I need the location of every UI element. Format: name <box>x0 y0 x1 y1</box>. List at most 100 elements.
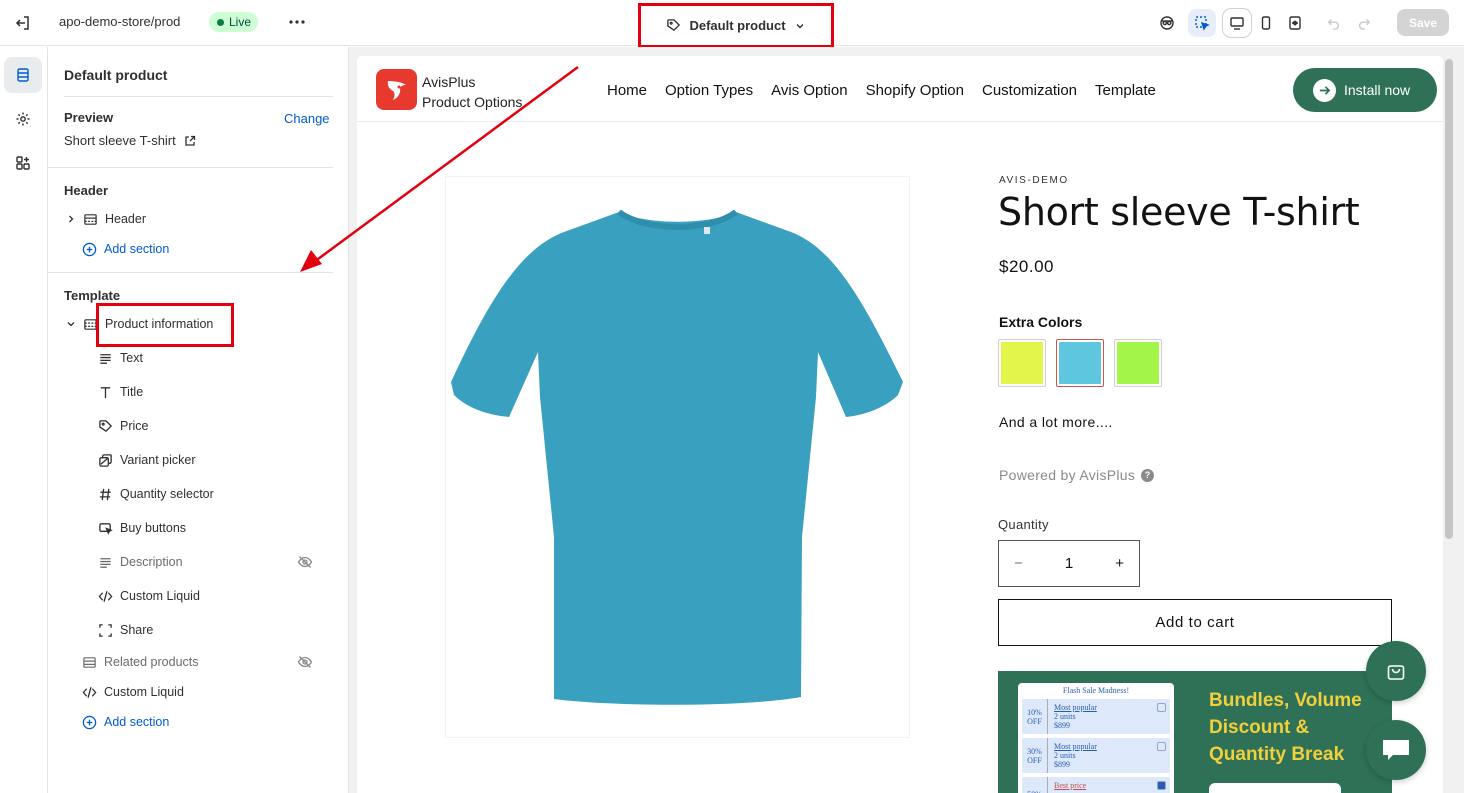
promo-banner[interactable]: Flash Sale Madness! 10% OFF Most popular… <box>998 671 1392 793</box>
chevron-down-icon[interactable] <box>66 319 76 329</box>
chevron-right-icon[interactable] <box>66 214 76 224</box>
redo-icon[interactable] <box>1350 9 1378 37</box>
block-variant-picker[interactable]: Variant picker <box>98 450 196 470</box>
bundle-details: Most popular 2 units $899 <box>1048 699 1157 734</box>
block-description[interactable]: Description <box>98 552 183 572</box>
save-button[interactable]: Save <box>1397 9 1449 36</box>
logo-line-1: AvisPlus <box>422 74 476 90</box>
block-custom-liquid[interactable]: Custom Liquid <box>98 586 200 606</box>
store-path: apo-demo-store/prod <box>59 14 181 29</box>
bundle-details: Most popular 2 units $899 <box>1048 738 1157 773</box>
undo-icon[interactable] <box>1320 9 1348 37</box>
block-label: Description <box>120 555 183 569</box>
banner-title-line-3: Quantity Break <box>1209 744 1345 765</box>
hidden-eye-icon[interactable] <box>297 654 313 670</box>
block-price[interactable]: Price <box>98 416 148 436</box>
theme-settings-icon[interactable] <box>4 101 42 137</box>
bundle-price: $899 <box>1054 721 1070 730</box>
variant-picker-icon <box>99 453 112 467</box>
banner-title-line-2: Discount & <box>1209 717 1310 738</box>
block-label: Price <box>120 419 149 433</box>
preview-scrollbar[interactable] <box>1445 59 1453 539</box>
preview-product[interactable]: Short sleeve T-shirt <box>64 133 196 148</box>
install-now-label: Install now <box>1344 82 1411 98</box>
select-element-icon[interactable] <box>1188 9 1216 37</box>
bundle-checkbox <box>1157 742 1166 751</box>
live-dot-icon <box>217 18 224 26</box>
bundle-checkbox <box>1157 781 1166 790</box>
block-text[interactable]: Text <box>98 348 143 368</box>
editor-rail <box>0 47 48 793</box>
block-label: Quantity selector <box>120 487 214 501</box>
hidden-eye-icon[interactable] <box>297 554 313 570</box>
bundle-price: $899 <box>1054 760 1070 769</box>
bundle-tag: Most popular <box>1054 742 1097 751</box>
tag-icon <box>667 19 681 32</box>
nav-avis-option[interactable]: Avis Option <box>771 82 847 99</box>
quantity-value[interactable]: 1 <box>1065 555 1073 572</box>
plus-circle-icon <box>82 242 97 256</box>
external-link-icon <box>185 135 195 146</box>
nav-shopify-option[interactable]: Shopify Option <box>866 82 964 99</box>
nav-option-types[interactable]: Option Types <box>665 82 753 99</box>
block-quantity-selector[interactable]: Quantity selector <box>98 484 214 504</box>
block-label: Variant picker <box>120 453 196 467</box>
nav-customization[interactable]: Customization <box>982 82 1077 99</box>
color-swatch-green[interactable] <box>1114 339 1162 387</box>
site-logo-text[interactable]: AvisPlus Product Options <box>422 72 522 112</box>
section-related-products[interactable]: Related products <box>82 652 199 672</box>
swatch-fill <box>1059 342 1101 384</box>
change-preview-link[interactable]: Change <box>284 111 330 126</box>
card-header: Flash Sale Madness! <box>1062 686 1130 695</box>
site-header: AvisPlus Product Options Home Option Typ… <box>357 56 1443 122</box>
bundle-details: Best price <box>1048 777 1157 793</box>
text-lines-icon <box>100 353 111 364</box>
color-swatch-yellow[interactable] <box>998 339 1046 387</box>
add-section-template-button[interactable]: Add section <box>82 712 169 732</box>
add-to-cart-button[interactable]: Add to cart <box>998 599 1392 646</box>
product-image[interactable] <box>445 176 910 738</box>
nav-template[interactable]: Template <box>1095 82 1156 99</box>
buy-buttons-icon <box>99 522 113 535</box>
product-price: $20.00 <box>999 257 1054 276</box>
more-actions-button[interactable] <box>285 11 309 33</box>
section-header[interactable]: Header <box>66 209 146 229</box>
bundle-preview-card: Flash Sale Madness! 10% OFF Most popular… <box>1018 683 1174 793</box>
block-buy-buttons[interactable]: Buy buttons <box>98 518 186 538</box>
fullscreen-view-icon[interactable] <box>1281 9 1309 37</box>
mobile-view-icon[interactable] <box>1252 9 1280 37</box>
nav-home[interactable]: Home <box>607 82 647 99</box>
hash-icon <box>99 488 111 500</box>
related-products-icon <box>83 656 96 668</box>
color-swatch-blue[interactable] <box>1056 339 1104 387</box>
sections-panel: Default product Preview Change Short sle… <box>48 47 349 793</box>
header-group-heading: Header <box>64 183 109 198</box>
inspector-icon[interactable] <box>1153 9 1181 37</box>
app-embeds-icon[interactable] <box>4 145 42 181</box>
block-title[interactable]: Title <box>98 382 143 402</box>
desktop-view-icon[interactable] <box>1223 9 1251 37</box>
section-custom-liquid[interactable]: Custom Liquid <box>82 682 184 702</box>
quantity-plus-button[interactable]: + <box>1115 555 1124 572</box>
cart-bubble-button[interactable] <box>1366 641 1426 701</box>
banner-cta-button[interactable] <box>1209 783 1341 793</box>
avisplus-logo-icon[interactable] <box>376 69 417 110</box>
bundle-units: 2 units <box>1054 751 1076 760</box>
chat-bubble-button[interactable] <box>1366 720 1426 780</box>
divider <box>64 96 333 97</box>
add-section-header-button[interactable]: Add section <box>82 239 169 259</box>
exit-editor-icon[interactable] <box>12 12 34 34</box>
add-section-label: Add section <box>104 242 170 256</box>
sections-icon[interactable] <box>4 57 42 93</box>
block-label: Share <box>120 623 154 637</box>
block-share[interactable]: Share <box>98 620 153 640</box>
section-header-label: Header <box>105 212 146 226</box>
extra-colors-label: Extra Colors <box>999 314 1083 330</box>
install-now-button[interactable]: Install now <box>1293 68 1437 112</box>
swatch-fill <box>1117 342 1159 384</box>
preview-product-name: Short sleeve T-shirt <box>64 133 176 148</box>
help-question-icon[interactable]: ? <box>1141 468 1155 482</box>
quantity-label: Quantity <box>998 517 1049 532</box>
template-selector[interactable]: Default product <box>638 3 834 48</box>
quantity-minus-button[interactable]: − <box>1014 555 1023 572</box>
